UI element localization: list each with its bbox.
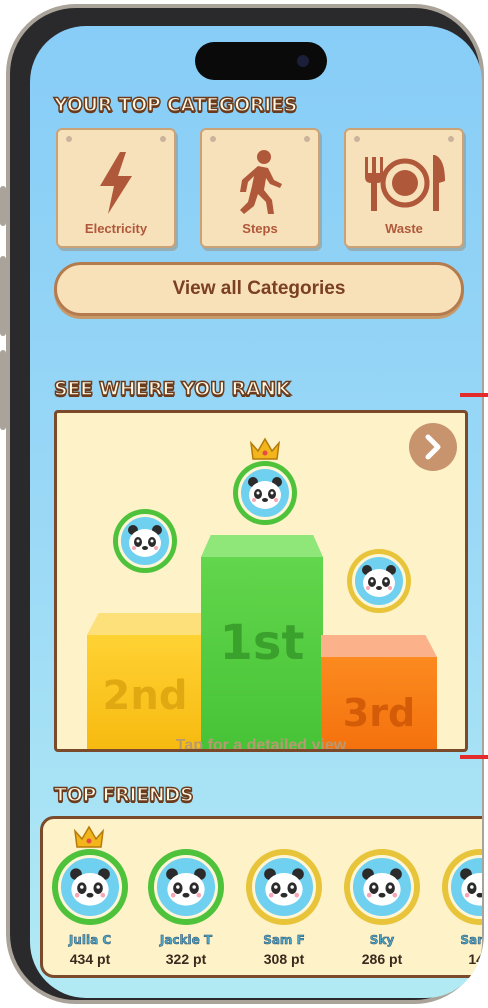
friend-points: 147 xyxy=(468,951,482,967)
category-label: Electricity xyxy=(84,221,148,236)
podium-third-avatar[interactable] xyxy=(347,549,411,613)
podium-third: 3rd xyxy=(321,635,437,749)
annotation-marker xyxy=(460,393,488,397)
avatar xyxy=(442,849,482,925)
podium-second-avatar[interactable] xyxy=(113,509,177,573)
lightning-icon xyxy=(58,148,174,218)
detailed-view-hint: Tap for a detailed view xyxy=(175,737,347,752)
category-label: Waste xyxy=(385,221,423,236)
friend-points: 286 pt xyxy=(361,951,403,967)
panda-icon xyxy=(460,868,482,906)
podium-second-label: 2nd xyxy=(102,673,188,719)
top-friends-panel[interactable]: Julia C 434 pt Jackie T 322 pt Sam F 308… xyxy=(40,816,482,978)
pin-icon xyxy=(210,136,216,142)
avatar xyxy=(148,849,224,925)
pin-icon xyxy=(354,136,360,142)
friend-points: 322 pt xyxy=(165,951,207,967)
next-arrow-button[interactable] xyxy=(409,423,457,471)
annotation-marker xyxy=(460,755,488,759)
panda-icon xyxy=(264,868,304,906)
panda-icon xyxy=(362,868,402,906)
phone-frame: YOUR TOP CATEGORIES Electricity Steps Wa… xyxy=(6,4,484,1004)
app-screen: YOUR TOP CATEGORIES Electricity Steps Wa… xyxy=(30,26,482,998)
podium-third-label: 3rd xyxy=(342,691,416,735)
pin-icon xyxy=(160,136,166,142)
pin-icon xyxy=(66,136,72,142)
friend-points: 308 pt xyxy=(263,951,305,967)
friend-points: 434 pt xyxy=(69,951,111,967)
friend-name: Jackie T xyxy=(159,933,213,948)
panda-icon xyxy=(248,477,282,509)
friend-name: Sam F xyxy=(263,933,305,948)
pin-icon xyxy=(304,136,310,142)
podium-second: 2nd xyxy=(87,613,203,749)
avatar xyxy=(246,849,322,925)
friend-name: Sarah xyxy=(460,933,482,948)
rank-podium-panel[interactable]: 2nd 1st 3rd Tap for a detailed view xyxy=(54,410,468,752)
rank-title: SEE WHERE YOU RANK xyxy=(53,377,291,401)
category-card-electricity[interactable]: Electricity xyxy=(56,128,176,248)
panda-icon xyxy=(70,868,110,906)
panda-icon xyxy=(362,565,396,597)
avatar xyxy=(52,849,128,925)
walking-person-icon xyxy=(202,148,318,218)
pin-icon xyxy=(448,136,454,142)
dynamic-island xyxy=(195,42,327,80)
plate-utensils-icon xyxy=(346,148,462,218)
category-card-waste[interactable]: Waste xyxy=(344,128,464,248)
top-categories-title: YOUR TOP CATEGORIES xyxy=(53,93,298,117)
podium-first-label: 1st xyxy=(219,615,305,671)
category-card-steps[interactable]: Steps xyxy=(200,128,320,248)
crown-icon xyxy=(249,437,281,465)
panda-icon xyxy=(166,868,206,906)
friend-name: Sky xyxy=(369,933,395,948)
podium-first-avatar[interactable] xyxy=(233,461,297,525)
avatar xyxy=(344,849,420,925)
front-camera-icon xyxy=(297,55,309,67)
panda-icon xyxy=(128,525,162,557)
chevron-right-icon xyxy=(425,434,441,460)
podium-first: 1st xyxy=(201,535,323,749)
category-label: Steps xyxy=(242,221,278,236)
view-all-categories-button[interactable]: View all Categories xyxy=(54,262,464,316)
top-friends-title: TOP FRIENDS xyxy=(53,783,194,807)
friend-name: Julia C xyxy=(68,933,112,948)
